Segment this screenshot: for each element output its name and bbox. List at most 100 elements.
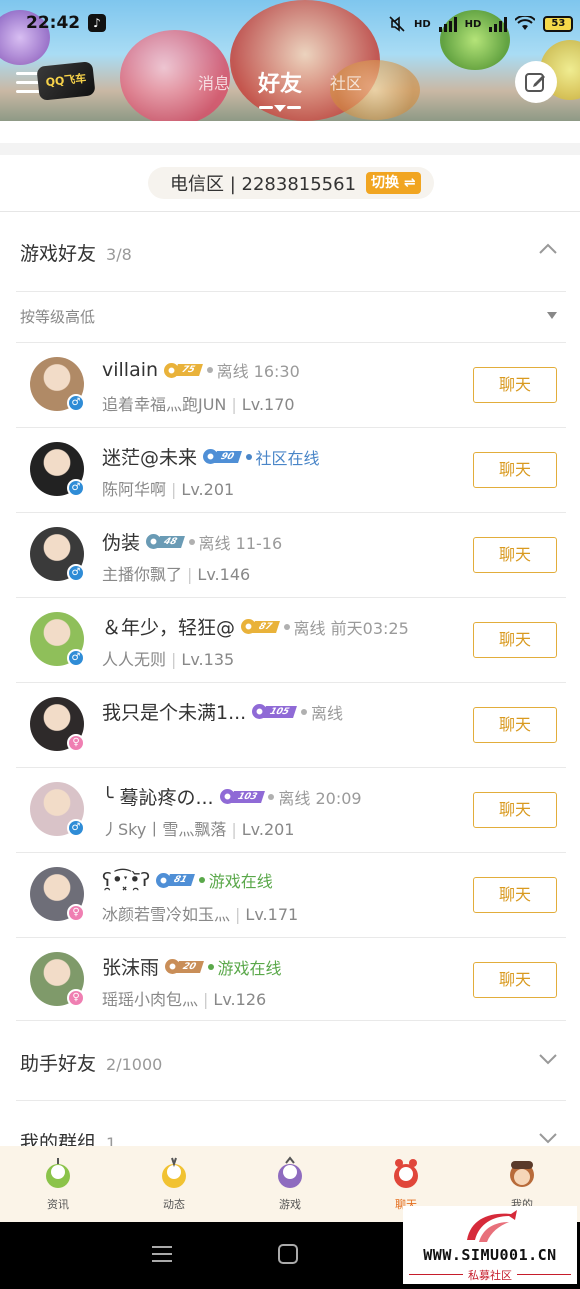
friend-name: 张沫雨	[102, 957, 160, 979]
friend-remark: 陈阿华啊	[102, 480, 167, 499]
friend-name-line: 伪装 48 离线 11-16	[102, 528, 282, 555]
header-banner: 22:42 ♪ HD HD 53 QQ飞车 消息 好友 社区	[0, 0, 580, 121]
female-icon: ♀	[67, 734, 85, 752]
friend-name: 我只是个未满1...	[102, 702, 247, 724]
friend-level: Lv.126	[213, 990, 267, 1009]
friend-row[interactable]: ♂ 迷茫@未来 90 社区在线 陈阿华啊 | Lv.201 聊天	[16, 428, 566, 513]
separator: |	[235, 905, 241, 924]
friend-row[interactable]: ♂ villain 75 离线 16:30 追着幸福灬跑JUN | Lv.170 聊天	[16, 343, 566, 428]
tab-community[interactable]: 社区	[330, 70, 362, 94]
friend-remark: 人人无则	[102, 650, 167, 669]
signal-icon-2	[489, 16, 508, 32]
status-dot	[188, 538, 195, 545]
separator: |	[231, 820, 237, 839]
friend-name-line: 迷茫@未来 90 社区在线	[102, 443, 320, 470]
friend-name: villain	[102, 359, 159, 381]
medal-icon	[164, 362, 180, 378]
watermark-logo-icon	[467, 1210, 517, 1242]
friend-remark: 丿Sky丨雪灬飘落	[102, 820, 227, 839]
tab-messages[interactable]: 消息	[198, 70, 230, 94]
friend-row[interactable]: ♂ ╰ 蓦訫疼の... 103 离线 20:09 丿Sky丨雪灬飘落 | Lv.201 聊天	[16, 768, 566, 853]
separator: |	[187, 565, 193, 584]
medal-icon	[219, 789, 235, 804]
hd-label-1: HD	[414, 18, 431, 30]
chevron-down-icon[interactable]	[538, 1052, 558, 1066]
medal-icon	[156, 872, 172, 888]
male-icon: ♂	[67, 649, 85, 667]
online-status: 离线 前天03:25	[283, 615, 409, 639]
watermark-subtitle: 私募社区	[468, 1269, 512, 1282]
chat-button[interactable]: 聊天	[473, 452, 557, 488]
male-icon: ♂	[67, 479, 85, 497]
male-icon: ♂	[67, 394, 85, 412]
status-text: 游戏在线	[217, 958, 282, 978]
friend-level: Lv.201	[181, 480, 235, 499]
hd-label-2: HD	[464, 18, 482, 30]
online-status: 离线 11-16	[188, 530, 283, 554]
status-text: 离线 20:09	[278, 788, 362, 808]
online-status: 游戏在线	[207, 955, 282, 979]
badge-level: 103	[229, 790, 265, 803]
assistant-friends-header[interactable]: 助手好友 2/1000	[20, 1049, 162, 1076]
battery-icon: 53	[543, 16, 574, 32]
status-dot	[206, 367, 213, 373]
friend-row[interactable]: ♂ ＆年少，轻狂@ 87 离线 前天03:25 人人无则 | Lv.135 聊天	[16, 598, 566, 683]
online-status: 离线 20:09	[268, 785, 362, 809]
friend-name: ╰ 蓦訫疼の...	[102, 787, 214, 809]
friend-name: ʕ̯•͡ˑ͓•̯᷅ʔ	[102, 869, 151, 891]
friend-level: Lv.171	[245, 905, 299, 924]
chevron-down-icon[interactable]	[538, 1131, 558, 1145]
nav-news-label: 资讯	[47, 1198, 69, 1211]
friend-row[interactable]: ♂ 伪装 48 离线 11-16 主播你飘了 | Lv.146 聊天	[16, 513, 566, 598]
friend-remark: 追着幸福灬跑JUN	[102, 395, 227, 414]
game-icon	[278, 1156, 302, 1188]
tab-active-indicator	[259, 105, 301, 112]
friend-name: ＆年少，轻狂@	[102, 617, 236, 639]
home-icon[interactable]	[278, 1244, 298, 1264]
level-badge: 87	[241, 619, 280, 634]
friend-name-line: 张沫雨 20 游戏在线	[102, 953, 282, 980]
recent-apps-icon[interactable]	[152, 1246, 172, 1262]
region-selector: 电信区 | 2283815561 切换 ⇌	[148, 167, 434, 199]
nav-feed[interactable]: 动态	[116, 1146, 232, 1222]
friend-row[interactable]: ♀ ʕ̯•͡ˑ͓•̯᷅ʔ 81 游戏在线 冰颜若雪冷如玉灬 | Lv.171 聊天	[16, 853, 566, 938]
tiktok-icon: ♪	[88, 14, 106, 32]
assistant-friends-title: 助手好友	[20, 1053, 97, 1075]
friend-subline: 丿Sky丨雪灬飘落 | Lv.201	[102, 816, 294, 840]
chat-button[interactable]: 聊天	[473, 622, 557, 658]
status-dot	[301, 708, 308, 715]
chat-button[interactable]: 聊天	[473, 707, 557, 743]
dropdown-arrow-icon[interactable]	[547, 312, 557, 319]
friend-name-line: 我只是个未满1... 105 离线	[102, 698, 343, 725]
friend-row[interactable]: ♀ 张沫雨 20 游戏在线 瑶瑶小肉包灬 | Lv.126 聊天	[16, 938, 566, 1023]
friend-name-line: ʕ̯•͡ˑ͓•̯᷅ʔ 81 游戏在线	[102, 868, 273, 892]
chat-button[interactable]: 聊天	[473, 537, 557, 573]
level-badge: 105	[252, 704, 297, 719]
sort-dropdown[interactable]: 按等级高低	[20, 306, 95, 327]
chevron-up-icon[interactable]	[538, 242, 558, 256]
nav-game[interactable]: 游戏	[232, 1146, 348, 1222]
friend-subline: 陈阿华啊 | Lv.201	[102, 476, 234, 500]
switch-region-button[interactable]: 切换 ⇌	[366, 172, 421, 194]
divider	[16, 291, 566, 292]
friend-remark: 瑶瑶小肉包灬	[102, 990, 199, 1009]
chat-button[interactable]: 聊天	[473, 877, 557, 913]
divider	[0, 211, 580, 212]
friend-remark: 主播你飘了	[102, 565, 183, 584]
edit-button[interactable]	[515, 61, 557, 103]
status-dot	[268, 793, 275, 800]
friend-row[interactable]: ♀ 我只是个未满1... 105 离线 聊天	[16, 683, 566, 768]
nav-news[interactable]: 资讯	[0, 1146, 116, 1222]
chat-button[interactable]: 聊天	[473, 962, 557, 998]
chat-button[interactable]: 聊天	[473, 367, 557, 403]
chat-button[interactable]: 聊天	[473, 792, 557, 828]
tab-friends[interactable]: 好友	[258, 66, 302, 98]
divider	[16, 1100, 566, 1101]
status-text: 离线 11-16	[198, 533, 283, 553]
friend-name: 迷茫@未来	[102, 447, 198, 469]
game-friends-header[interactable]: 游戏好友 3/8	[20, 239, 132, 266]
online-status: 离线 16:30	[206, 358, 300, 382]
medal-icon	[203, 449, 219, 464]
friend-subline: 人人无则 | Lv.135	[102, 646, 234, 670]
friend-name-line: ╰ 蓦訫疼の... 103 离线 20:09	[102, 783, 362, 810]
